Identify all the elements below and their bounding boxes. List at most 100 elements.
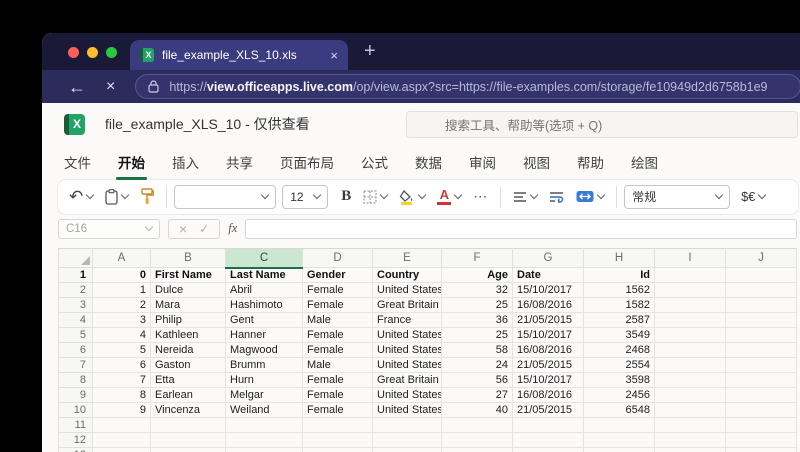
cell-J13[interactable] bbox=[725, 447, 797, 452]
cell-E2[interactable]: United States bbox=[372, 282, 442, 298]
cell-H11[interactable] bbox=[583, 417, 655, 433]
cell-F9[interactable]: 27 bbox=[441, 387, 513, 403]
cell-J11[interactable] bbox=[725, 417, 797, 433]
cell-G5[interactable]: 15/10/2017 bbox=[512, 327, 584, 343]
cell-C8[interactable]: Hurn bbox=[225, 372, 303, 388]
cell-B12[interactable] bbox=[150, 432, 226, 448]
back-icon[interactable]: ← bbox=[68, 78, 86, 96]
cell-H3[interactable]: 1582 bbox=[583, 297, 655, 313]
cell-C6[interactable]: Magwood bbox=[225, 342, 303, 358]
search-input[interactable]: 搜索工具、帮助等(选项 + Q) bbox=[406, 111, 798, 138]
ribbon-tab-开始[interactable]: 开始 bbox=[116, 152, 147, 180]
cell-E8[interactable]: Great Britain bbox=[372, 372, 442, 388]
tab-close-icon[interactable]: × bbox=[330, 48, 338, 63]
url-bar[interactable]: https://view.officeapps.live.com/op/view… bbox=[135, 74, 800, 99]
cell-B1[interactable]: First Name bbox=[150, 267, 226, 283]
cancel-icon[interactable]: × bbox=[179, 221, 187, 237]
cell-C7[interactable]: Brumm bbox=[225, 357, 303, 373]
paste-button[interactable] bbox=[100, 183, 133, 211]
cell-B8[interactable]: Etta bbox=[150, 372, 226, 388]
cell-D6[interactable]: Female bbox=[302, 342, 373, 358]
cell-J7[interactable] bbox=[725, 357, 797, 373]
cell-G11[interactable] bbox=[512, 417, 584, 433]
cell-E1[interactable]: Country bbox=[372, 267, 442, 283]
cell-H5[interactable]: 3549 bbox=[583, 327, 655, 343]
cell-A8[interactable]: 7 bbox=[92, 372, 151, 388]
ribbon-tab-视图[interactable]: 视图 bbox=[523, 152, 550, 172]
cell-D9[interactable]: Female bbox=[302, 387, 373, 403]
cell-A3[interactable]: 2 bbox=[92, 297, 151, 313]
cell-I1[interactable] bbox=[654, 267, 726, 283]
cell-F5[interactable]: 25 bbox=[441, 327, 513, 343]
cell-H12[interactable] bbox=[583, 432, 655, 448]
cell-F8[interactable]: 56 bbox=[441, 372, 513, 388]
row-header-7[interactable]: 7 bbox=[58, 357, 93, 373]
cell-B6[interactable]: Nereida bbox=[150, 342, 226, 358]
cell-A7[interactable]: 6 bbox=[92, 357, 151, 373]
row-header-3[interactable]: 3 bbox=[58, 297, 93, 313]
ribbon-tab-公式[interactable]: 公式 bbox=[361, 152, 388, 172]
cell-G3[interactable]: 16/08/2016 bbox=[512, 297, 584, 313]
cell-G13[interactable] bbox=[512, 447, 584, 452]
cell-I9[interactable] bbox=[654, 387, 726, 403]
cell-A10[interactable]: 9 bbox=[92, 402, 151, 418]
cell-D4[interactable]: Male bbox=[302, 312, 373, 328]
cell-G2[interactable]: 15/10/2017 bbox=[512, 282, 584, 298]
column-header-H[interactable]: H bbox=[583, 248, 655, 268]
cell-B13[interactable] bbox=[150, 447, 226, 452]
cell-I11[interactable] bbox=[654, 417, 726, 433]
cell-H8[interactable]: 3598 bbox=[583, 372, 655, 388]
row-header-9[interactable]: 9 bbox=[58, 387, 93, 403]
browser-tab[interactable]: X file_example_XLS_10.xls × bbox=[130, 40, 348, 70]
row-header-8[interactable]: 8 bbox=[58, 372, 93, 388]
cell-D7[interactable]: Male bbox=[302, 357, 373, 373]
cell-F1[interactable]: Age bbox=[441, 267, 513, 283]
cell-I7[interactable] bbox=[654, 357, 726, 373]
stop-icon[interactable]: × bbox=[106, 78, 115, 95]
cell-H1[interactable]: Id bbox=[583, 267, 655, 283]
column-header-D[interactable]: D bbox=[302, 248, 373, 268]
enter-icon[interactable]: ✓ bbox=[199, 222, 209, 236]
cell-F2[interactable]: 32 bbox=[441, 282, 513, 298]
cell-I5[interactable] bbox=[654, 327, 726, 343]
cell-E5[interactable]: United States bbox=[372, 327, 442, 343]
cell-B11[interactable] bbox=[150, 417, 226, 433]
cell-H4[interactable]: 2587 bbox=[583, 312, 655, 328]
cell-F13[interactable] bbox=[441, 447, 513, 452]
cell-C4[interactable]: Gent bbox=[225, 312, 303, 328]
cell-D12[interactable] bbox=[302, 432, 373, 448]
cell-B3[interactable]: Mara bbox=[150, 297, 226, 313]
cell-E12[interactable] bbox=[372, 432, 442, 448]
font-color-button[interactable]: A bbox=[432, 183, 466, 211]
column-header-E[interactable]: E bbox=[372, 248, 442, 268]
cell-J9[interactable] bbox=[725, 387, 797, 403]
merge-cells-button[interactable] bbox=[571, 183, 609, 211]
cell-G12[interactable] bbox=[512, 432, 584, 448]
cell-I13[interactable] bbox=[654, 447, 726, 452]
cell-G9[interactable]: 16/08/2016 bbox=[512, 387, 584, 403]
bold-button[interactable]: B bbox=[336, 183, 356, 211]
cell-A11[interactable] bbox=[92, 417, 151, 433]
cell-D8[interactable]: Female bbox=[302, 372, 373, 388]
column-header-F[interactable]: F bbox=[441, 248, 513, 268]
cell-C10[interactable]: Weiland bbox=[225, 402, 303, 418]
cell-A2[interactable]: 1 bbox=[92, 282, 151, 298]
cell-A5[interactable]: 4 bbox=[92, 327, 151, 343]
cell-F12[interactable] bbox=[441, 432, 513, 448]
cell-I8[interactable] bbox=[654, 372, 726, 388]
cell-D5[interactable]: Female bbox=[302, 327, 373, 343]
cell-I3[interactable] bbox=[654, 297, 726, 313]
cell-J6[interactable] bbox=[725, 342, 797, 358]
cell-D13[interactable] bbox=[302, 447, 373, 452]
cell-H7[interactable]: 2554 bbox=[583, 357, 655, 373]
cell-C2[interactable]: Abril bbox=[225, 282, 303, 298]
column-header-A[interactable]: A bbox=[92, 248, 151, 268]
cell-B4[interactable]: Philip bbox=[150, 312, 226, 328]
cell-C3[interactable]: Hashimoto bbox=[225, 297, 303, 313]
currency-format-button[interactable]: $€ bbox=[736, 183, 770, 211]
cell-C13[interactable] bbox=[225, 447, 303, 452]
cell-I10[interactable] bbox=[654, 402, 726, 418]
row-header-2[interactable]: 2 bbox=[58, 282, 93, 298]
more-formatting-button[interactable]: ⋯ bbox=[468, 183, 493, 211]
cell-E9[interactable]: United States bbox=[372, 387, 442, 403]
